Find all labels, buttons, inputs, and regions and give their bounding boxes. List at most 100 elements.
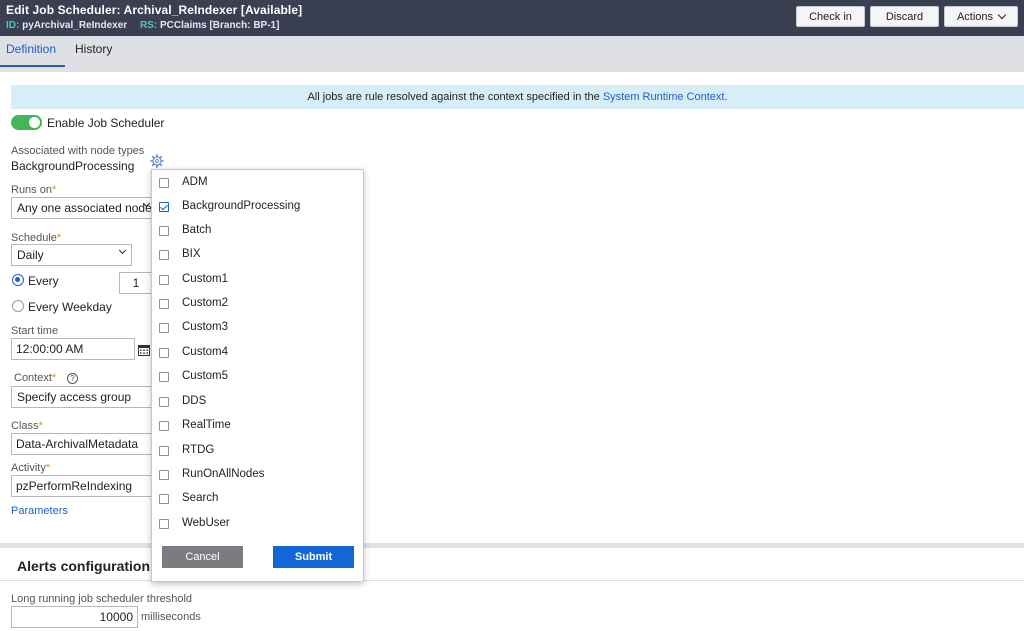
context-select[interactable]: Specify access group [11, 386, 153, 408]
class-label: Class* [11, 420, 43, 432]
schedule-select[interactable]: Daily [11, 244, 132, 266]
option-custom1[interactable]: Custom1 [152, 271, 363, 291]
activity-text: Activity [11, 462, 46, 474]
runs-on-select[interactable]: Any one associated node [11, 197, 156, 219]
required-mark: * [56, 232, 62, 244]
info-text: All jobs are rule resolved against the c… [307, 91, 603, 103]
chevron-down-icon [997, 10, 1007, 19]
option-dds[interactable]: DDS [152, 393, 363, 413]
checkbox[interactable] [159, 421, 169, 431]
context-label: Context* [14, 372, 56, 384]
required-mark: * [51, 372, 57, 384]
option-batch[interactable]: Batch [152, 222, 363, 242]
checkbox[interactable] [159, 275, 169, 285]
option-bix[interactable]: BIX [152, 246, 363, 266]
tab-bar: Definition History [0, 36, 1024, 72]
class-text: Class [11, 420, 39, 432]
start-time-label: Start time [11, 325, 59, 337]
every-radio[interactable] [12, 274, 24, 286]
node-types-label: Associated with node types [11, 145, 145, 157]
activity-input[interactable]: pzPerformReIndexing [11, 475, 153, 497]
calendar-icon[interactable] [138, 344, 150, 356]
checkbox[interactable] [159, 226, 169, 236]
checkbox[interactable] [159, 494, 169, 504]
schedule-label: Schedule* [11, 232, 61, 244]
option-realtime[interactable]: RealTime [152, 417, 363, 437]
schedule-text: Schedule [11, 232, 57, 244]
chevron-down-icon [118, 246, 127, 255]
every-weekday-label: Every Weekday [28, 300, 112, 314]
activity-label: Activity* [11, 462, 50, 474]
enable-label: Enable Job Scheduler [47, 116, 165, 130]
option-search[interactable]: Search [152, 490, 363, 510]
start-time-input[interactable]: 12:00:00 AM [11, 338, 135, 360]
node-types-value: BackgroundProcessing [11, 159, 135, 173]
discard-label: Discard [885, 10, 924, 23]
every-label: Every [28, 274, 59, 288]
option-label: Custom3 [182, 321, 229, 333]
submit-button[interactable]: Submit [273, 546, 354, 568]
option-custom4[interactable]: Custom4 [152, 344, 363, 364]
node-types-dropdown: ADM BackgroundProcessing Batch BIX Custo… [151, 169, 364, 582]
checkbox[interactable] [159, 323, 169, 333]
checkbox[interactable] [159, 299, 169, 309]
header-bar: Edit Job Scheduler: Archival_ReIndexer [… [0, 0, 1024, 36]
checkbox[interactable] [159, 250, 169, 260]
system-runtime-context-link[interactable]: System Runtime Context. [603, 91, 728, 103]
threshold-input[interactable]: 10000 [11, 606, 138, 628]
info-banner: All jobs are rule resolved against the c… [11, 85, 1024, 109]
checkbox-checked[interactable] [159, 202, 169, 212]
option-rtdg[interactable]: RTDG [152, 442, 363, 462]
class-input[interactable]: Data-ArchivalMetadata [11, 433, 153, 455]
runs-on-label: Runs on* [11, 184, 56, 196]
check-in-label: Check in [809, 10, 852, 23]
required-mark: * [51, 184, 57, 196]
checkbox[interactable] [159, 519, 169, 529]
option-label: Search [182, 492, 219, 504]
option-label: BIX [182, 248, 201, 260]
tab-definition[interactable]: Definition [0, 41, 65, 67]
checkbox[interactable] [159, 372, 169, 382]
gear-icon[interactable] [150, 154, 164, 168]
option-label: RealTime [182, 419, 231, 431]
checkbox[interactable] [159, 178, 169, 188]
option-backgroundprocessing[interactable]: BackgroundProcessing [152, 198, 363, 218]
option-runonallnodes[interactable]: RunOnAllNodes [152, 466, 363, 486]
actions-button[interactable]: Actions [944, 6, 1018, 27]
option-label: Custom4 [182, 346, 229, 358]
option-custom2[interactable]: Custom2 [152, 295, 363, 315]
cancel-button[interactable]: Cancel [162, 546, 243, 568]
option-label: DDS [182, 395, 207, 407]
checkbox[interactable] [159, 348, 169, 358]
threshold-unit: milliseconds [141, 611, 201, 623]
id-label: ID: [6, 20, 20, 31]
every-input[interactable]: 1 [119, 272, 153, 294]
discard-button[interactable]: Discard [870, 6, 939, 27]
option-label: Custom5 [182, 370, 229, 382]
option-label: Custom1 [182, 273, 229, 285]
option-label: RTDG [182, 444, 215, 456]
id-value: pyArchival_ReIndexer [22, 20, 128, 31]
rule-title: Edit Job Scheduler: Archival_ReIndexer [… [6, 3, 303, 17]
schedule-value: Daily [17, 248, 44, 262]
enable-toggle[interactable] [11, 115, 42, 130]
option-adm[interactable]: ADM [152, 174, 363, 194]
runs-on-value: Any one associated node [17, 201, 152, 215]
checkbox[interactable] [159, 397, 169, 407]
required-mark: * [45, 462, 51, 474]
checkbox[interactable] [159, 470, 169, 480]
check-in-button[interactable]: Check in [796, 6, 865, 27]
tab-history[interactable]: History [69, 41, 118, 67]
option-label: RunOnAllNodes [182, 468, 265, 480]
parameters-link[interactable]: Parameters [11, 505, 68, 517]
checkbox[interactable] [159, 446, 169, 456]
runs-on-text: Runs on [11, 184, 52, 196]
option-custom3[interactable]: Custom3 [152, 319, 363, 339]
rs-label: RS: [139, 20, 158, 31]
every-weekday-radio[interactable] [12, 300, 24, 312]
option-label: ADM [182, 176, 208, 188]
option-custom5[interactable]: Custom5 [152, 368, 363, 388]
required-mark: * [38, 420, 43, 432]
help-icon[interactable]: ? [67, 373, 78, 384]
option-webuser[interactable]: WebUser [152, 515, 363, 535]
